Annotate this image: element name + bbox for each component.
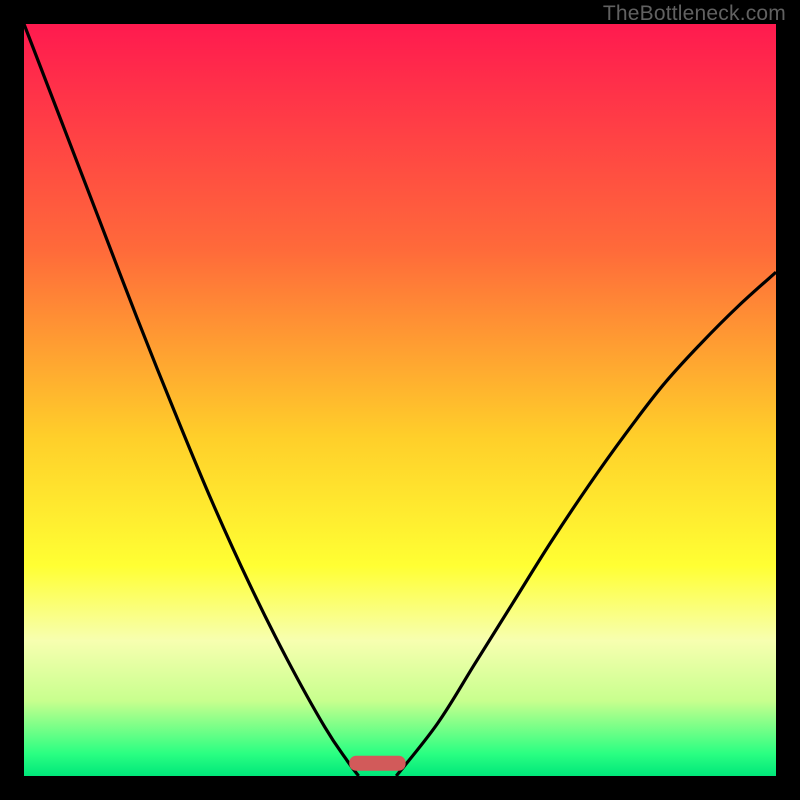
bottleneck-chart [24,24,776,776]
watermark-text: TheBottleneck.com [603,2,786,26]
bottleneck-marker [349,756,405,771]
chart-frame [24,24,776,776]
gradient-background [24,24,776,776]
